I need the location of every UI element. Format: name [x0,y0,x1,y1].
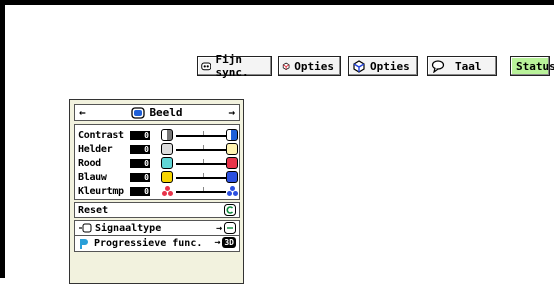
menu-title: Beeld [149,106,183,119]
red-low-icon [161,157,173,169]
picture-icon [131,106,146,119]
tab-label: Status [516,59,554,73]
slider-value: 0 [130,186,150,196]
submenu-progressive[interactable]: Progressieve func. → 3D [75,236,239,251]
fine-sync-icon [201,62,212,71]
blue-low-icon [161,171,173,183]
tab-label: Opties [370,59,410,73]
signal-type-icon [79,223,92,233]
red-high-icon [226,157,238,169]
submenu-signal-type[interactable]: Signaaltype → [75,221,239,236]
submenu-label: Progressieve func. [94,238,203,249]
tab-label: Taal [455,59,482,73]
reset-row[interactable]: Reset [75,203,239,218]
frame-left-border [0,0,5,278]
reset-panel: Reset [74,202,240,218]
color-temp-low-icon [162,186,173,196]
slider-value: 0 [130,158,150,168]
options-blue-icon [353,60,365,73]
frame-top-border [0,0,554,5]
slider-row-color-temp[interactable]: Kleurtmp 0 [75,184,239,198]
contrast-low-icon [161,129,173,141]
3d-badge: 3D [222,237,236,248]
slider-row-red[interactable]: Rood 0 [75,156,239,170]
tab-language[interactable]: Taal [427,56,497,76]
reset-label: Reset [78,205,109,216]
slider-center-tick [203,173,204,177]
slider-value: 0 [130,130,150,140]
slider-panel: Contrast 0 Helder 0 Rood 0 Blauw 0 Kleur… [74,124,240,200]
brightness-high-icon [226,143,238,155]
picture-menu: ← Beeld → Contrast 0 Helder 0 Rood 0 Bla… [69,99,244,284]
slider-row-contrast[interactable]: Contrast 0 [75,128,239,142]
slider-row-brightness[interactable]: Helder 0 [75,142,239,156]
arrow-right-icon[interactable]: → [228,106,235,119]
slider-center-tick [203,131,204,135]
slider-label: Blauw [78,171,107,183]
options-red-icon [282,62,290,70]
blue-high-icon [226,171,238,183]
slider-label: Helder [78,143,113,155]
tab-fine-sync[interactable]: Fijn sync. [197,53,272,79]
color-temp-high-icon [227,186,238,196]
slider-label: Rood [78,157,101,169]
submenu-panel: Signaaltype → Progressieve func. → 3D [74,220,240,252]
slider-center-tick [203,159,204,163]
slider-center-tick [203,187,204,191]
slider-value: 0 [130,144,150,154]
tab-label: Opties [294,59,334,73]
tab-status[interactable]: Status [510,56,554,76]
slider-value: 0 [130,172,150,182]
contrast-high-icon [226,129,238,141]
slider-center-tick [203,145,204,149]
signal-badge-icon [224,222,236,234]
menu-header: ← Beeld → [74,104,240,121]
progressive-icon [80,238,88,249]
slider-label: Contrast [78,129,124,141]
arrow-left-icon[interactable]: ← [79,106,86,119]
arrow-right-icon: → [215,222,222,234]
tab-options-1[interactable]: Opties [278,56,341,76]
slider-row-blue[interactable]: Blauw 0 [75,170,239,184]
reset-icon [224,204,236,216]
slider-track [176,149,226,151]
tab-label: Fijn sync. [215,53,249,79]
slider-track [176,163,226,165]
arrow-right-icon: → [214,237,221,248]
slider-track [176,177,226,179]
slider-track [176,135,226,137]
slider-track [176,191,226,193]
brightness-low-icon [161,143,173,155]
speech-bubble-icon [431,60,445,73]
submenu-label: Signaaltype [95,222,162,234]
slider-label: Kleurtmp [78,185,124,197]
tab-options-2[interactable]: Opties [348,56,418,76]
